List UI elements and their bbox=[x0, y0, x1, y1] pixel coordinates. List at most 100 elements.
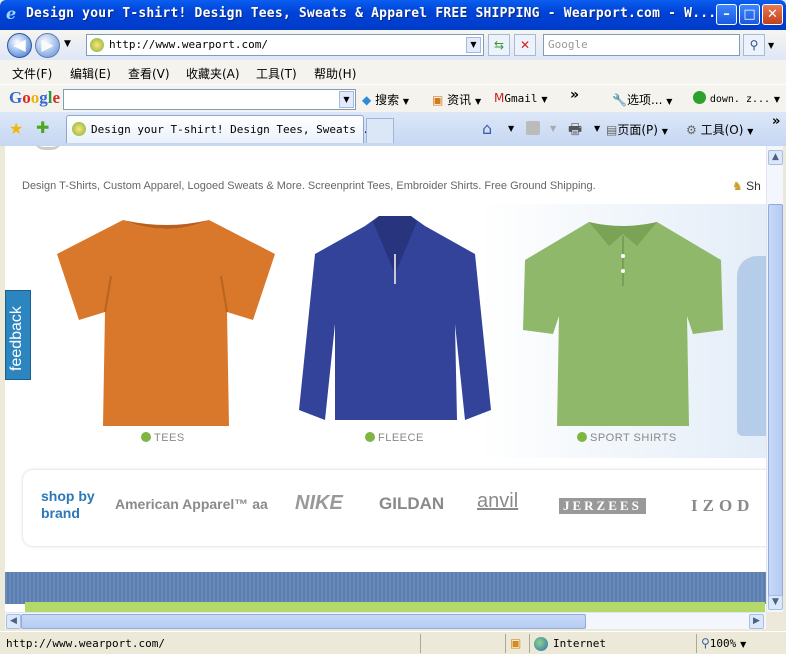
footer-denim-band bbox=[5, 572, 766, 604]
google-dropdown-icon[interactable]: ▼ bbox=[339, 91, 354, 108]
gmail-button[interactable]: MGmail ▼ bbox=[494, 91, 547, 105]
maximize-button[interactable]: □ bbox=[739, 4, 760, 25]
vertical-scroll-thumb[interactable] bbox=[768, 204, 783, 600]
tshirt-image[interactable] bbox=[53, 216, 279, 430]
status-bar: http://www.wearport.com/ ▣ Internet ⚲100… bbox=[0, 631, 786, 654]
sport-shirts-link[interactable]: SPORT SHIRTS bbox=[577, 432, 677, 444]
google-more-icon[interactable]: » bbox=[570, 87, 579, 103]
print-icon[interactable]: 🖶 bbox=[568, 119, 582, 144]
menu-file[interactable]: 文件(F) bbox=[12, 65, 52, 82]
ie-logo-icon: e bbox=[6, 4, 17, 23]
feeds-dropdown-icon[interactable]: ▼ bbox=[550, 124, 556, 133]
scroll-up-icon[interactable]: ▲ bbox=[768, 150, 783, 165]
tab-active[interactable]: Design your T-shirt! Design Tees, Sweats… bbox=[66, 115, 382, 143]
menu-view[interactable]: 查看(V) bbox=[128, 65, 170, 82]
close-button[interactable]: ✕ bbox=[762, 4, 783, 25]
google-options-button[interactable]: 🔧选项... ▼ bbox=[612, 91, 672, 108]
logo-partial bbox=[33, 146, 63, 150]
tees-bullet-icon bbox=[141, 432, 151, 442]
history-dropdown-icon[interactable]: ▼ bbox=[64, 39, 71, 49]
tools-menu[interactable]: ⚙ 工具(O) ▼ bbox=[686, 121, 753, 138]
menu-favorites[interactable]: 收藏夹(A) bbox=[186, 65, 240, 82]
status-divider bbox=[696, 634, 697, 653]
wrench-icon: 🔧 bbox=[612, 93, 627, 107]
gear-icon: ⚙ bbox=[686, 123, 697, 137]
home-icon[interactable]: ⌂ bbox=[482, 119, 492, 138]
fleece-bullet-icon bbox=[365, 432, 375, 442]
news-icon: ▣ bbox=[432, 93, 444, 107]
menu-help[interactable]: 帮助(H) bbox=[314, 65, 356, 82]
tab-favicon-icon bbox=[72, 122, 86, 136]
share-link[interactable]: ♞ Sh bbox=[732, 179, 761, 193]
zoom-dropdown-icon: ▼ bbox=[740, 640, 747, 649]
site-favicon-icon bbox=[90, 38, 104, 52]
zoom-icon: ⚲ bbox=[701, 636, 710, 650]
search-options-icon[interactable]: ▼ bbox=[768, 41, 774, 50]
search-input[interactable]: Google bbox=[543, 34, 740, 56]
google-news-button[interactable]: ▣ 资讯 ▼ bbox=[432, 91, 481, 108]
address-url: http://www.wearport.com/ bbox=[109, 38, 268, 51]
fleece-image[interactable] bbox=[295, 214, 495, 428]
add-favorite-icon[interactable]: ✚ bbox=[36, 118, 49, 137]
menu-edit[interactable]: 编辑(E) bbox=[70, 65, 111, 82]
forward-button[interactable]: ▶ bbox=[35, 33, 60, 58]
security-zone-label: Internet bbox=[553, 637, 606, 650]
stop-icon[interactable]: ✕ bbox=[514, 34, 536, 56]
horizontal-scroll-thumb[interactable] bbox=[21, 614, 586, 629]
brand-bar: shop by brand American Apparel™ aa NIKE … bbox=[23, 470, 766, 546]
horizontal-scrollbar[interactable]: ◀ ▶ bbox=[5, 612, 766, 629]
scroll-left-icon[interactable]: ◀ bbox=[6, 614, 21, 629]
polo-shirt-image[interactable] bbox=[517, 216, 729, 430]
tees-link[interactable]: TEES bbox=[141, 432, 185, 444]
tab-title: Design your T-shirt! Design Tees, Sweats… bbox=[91, 123, 383, 136]
scroll-right-icon[interactable]: ▶ bbox=[749, 614, 764, 629]
brand-jerzees[interactable]: JERZEES bbox=[559, 498, 646, 514]
feedback-tab[interactable]: feedback bbox=[5, 290, 31, 380]
refresh-icon[interactable]: ⇆ bbox=[488, 34, 510, 56]
address-dropdown-icon[interactable]: ▼ bbox=[466, 37, 481, 53]
brand-american-apparel[interactable]: American Apparel™ aa bbox=[115, 496, 268, 512]
google-search-icon: ◆ bbox=[362, 93, 372, 107]
google-search-input[interactable]: ▼ bbox=[63, 89, 356, 110]
google-search-button[interactable]: ◆ 搜索 ▼ bbox=[362, 91, 409, 108]
status-divider bbox=[505, 634, 506, 653]
status-url: http://www.wearport.com/ bbox=[6, 637, 165, 650]
print-dropdown-icon[interactable]: ▼ bbox=[594, 124, 600, 133]
shop-by-brand-heading: shop by brand bbox=[41, 488, 95, 521]
back-button[interactable]: ◀ bbox=[7, 33, 32, 58]
google-logo: Google bbox=[9, 88, 61, 107]
google-account-button[interactable]: down. z... ▼ bbox=[693, 91, 780, 105]
share-icon: ♞ bbox=[732, 179, 743, 193]
fleece-link[interactable]: FLEECE bbox=[365, 432, 424, 444]
page-menu[interactable]: ▤页面(P) ▼ bbox=[606, 121, 668, 138]
zoom-control[interactable]: ⚲100% ▼ bbox=[701, 636, 746, 650]
address-toolbar: ◀ ▶ ▼ http://www.wearport.com/ ▼ ⇆ ✕ Goo… bbox=[0, 30, 786, 60]
scroll-down-icon[interactable]: ▼ bbox=[768, 595, 783, 610]
footer-promo-strip bbox=[25, 602, 765, 612]
address-input[interactable]: http://www.wearport.com/ ▼ bbox=[86, 34, 484, 56]
feeds-icon[interactable] bbox=[526, 121, 540, 135]
site-tagline: Design T-Shirts, Custom Apparel, Logoed … bbox=[22, 180, 596, 192]
brand-gildan[interactable]: GILDAN bbox=[379, 494, 444, 514]
page-icon: ▤ bbox=[606, 123, 618, 137]
brand-anvil[interactable]: anvil bbox=[477, 490, 518, 513]
minimize-button[interactable]: – bbox=[716, 4, 737, 25]
menu-tools[interactable]: 工具(T) bbox=[256, 65, 297, 82]
protected-mode-icon: ▣ bbox=[510, 636, 522, 650]
sport-shirts-bullet-icon bbox=[577, 432, 587, 442]
status-green-icon bbox=[693, 91, 706, 104]
favorites-star-icon[interactable]: ★ bbox=[9, 119, 23, 138]
vertical-scrollbar[interactable]: ▲ ▼ bbox=[766, 146, 783, 612]
brand-nike[interactable]: NIKE bbox=[295, 492, 343, 515]
brand-izod[interactable]: IZOD bbox=[691, 496, 754, 516]
google-toolbar: Google ▼ ◆ 搜索 ▼ ▣ 资讯 ▼ MGmail ▼ » 🔧选项...… bbox=[0, 84, 786, 112]
tab-more-icon[interactable]: » bbox=[772, 114, 780, 129]
home-dropdown-icon[interactable]: ▼ bbox=[508, 124, 514, 133]
gmail-icon: M bbox=[494, 91, 505, 105]
window-title: Design your T-shirt! Design Tees, Sweats… bbox=[26, 6, 717, 21]
dress-shirt-partial-image[interactable] bbox=[737, 256, 766, 436]
tab-bar: ★ ✚ Design your T-shirt! Design Tees, Sw… bbox=[0, 112, 786, 146]
internet-zone-icon bbox=[534, 637, 548, 651]
search-go-icon[interactable]: ⚲ bbox=[743, 34, 765, 56]
new-tab-button[interactable] bbox=[366, 118, 394, 143]
